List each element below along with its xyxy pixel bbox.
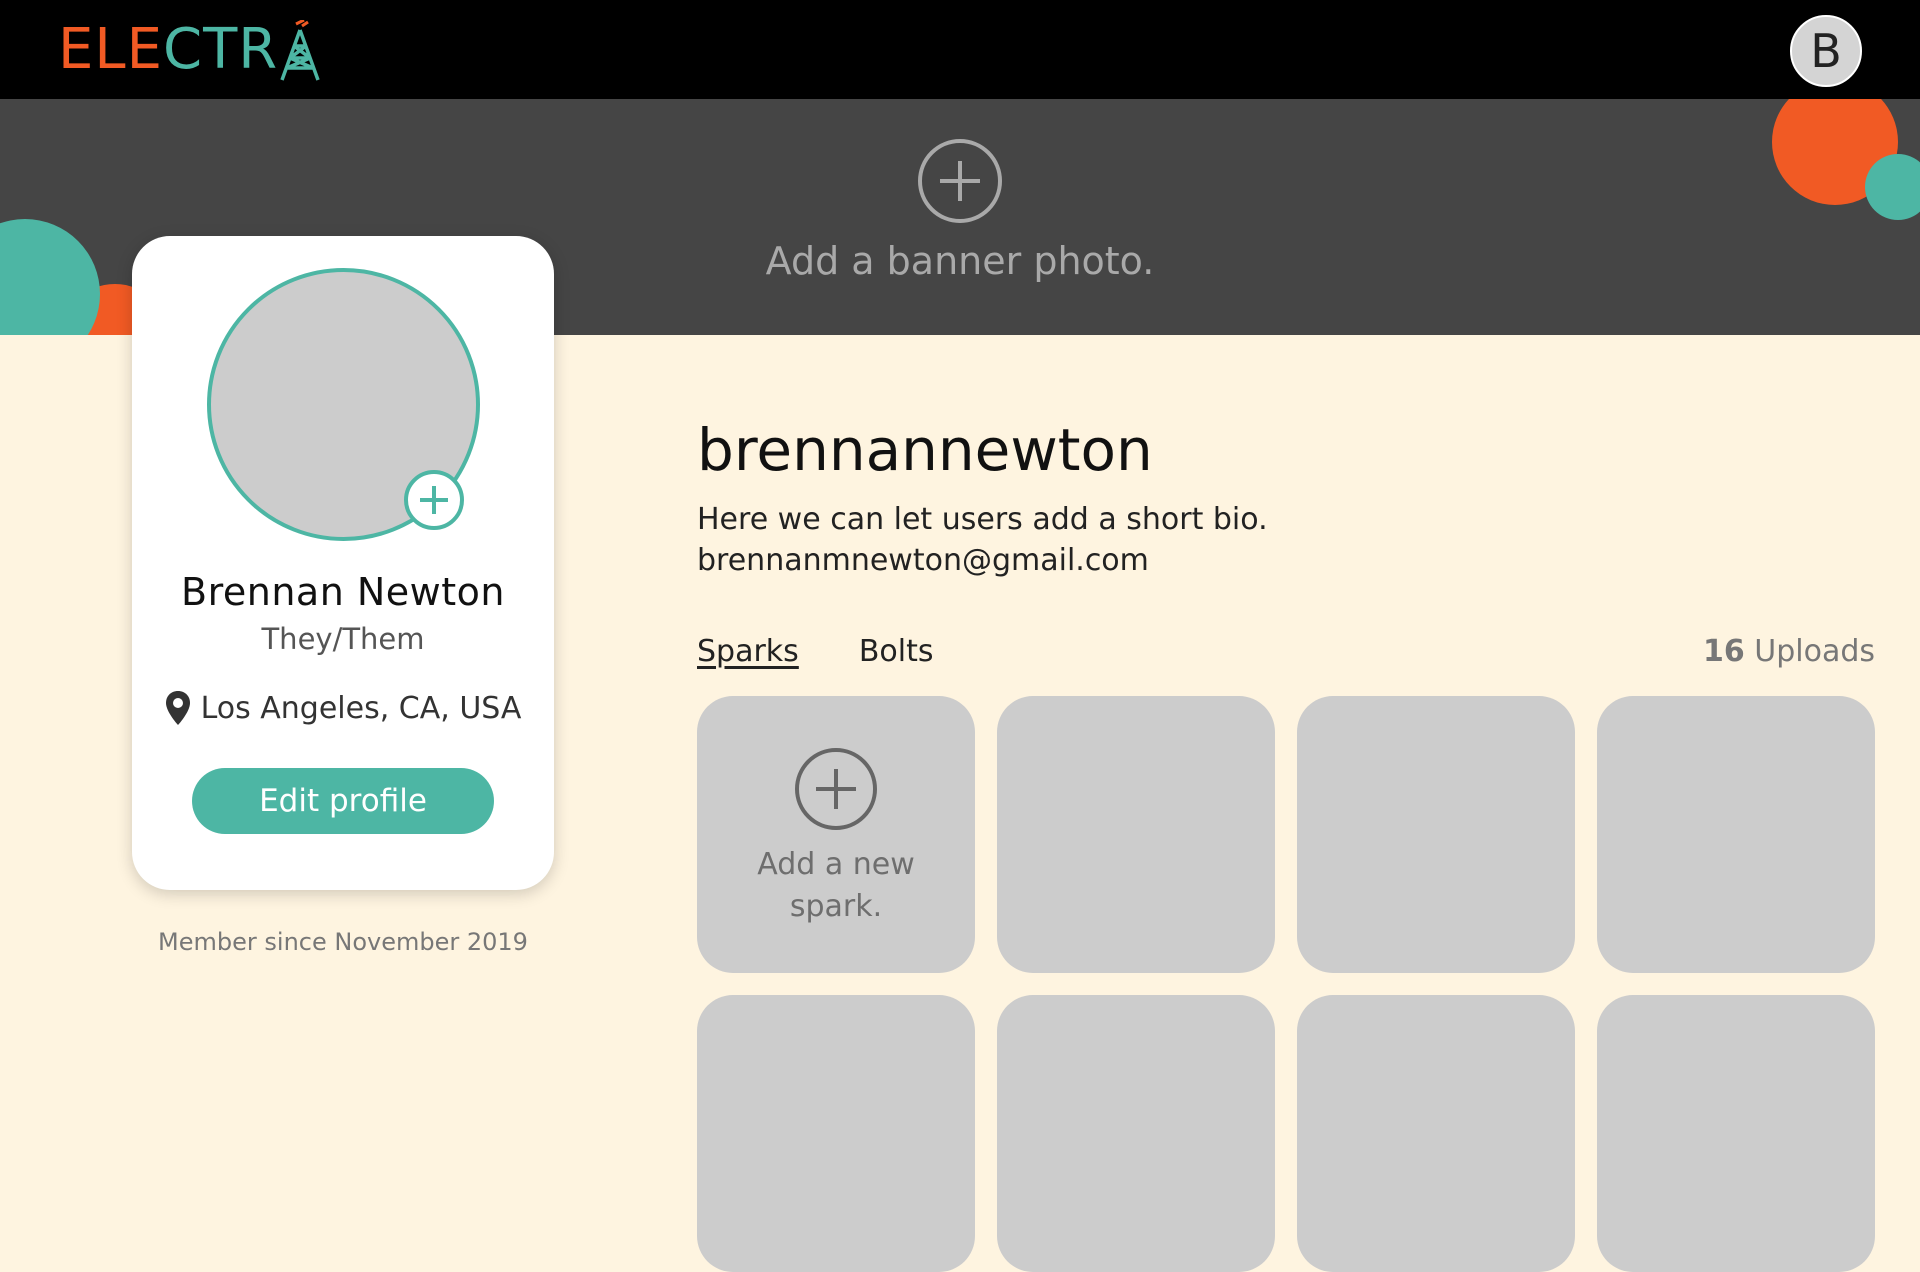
map-pin-icon <box>165 691 190 725</box>
profile-full-name: Brennan Newton <box>181 570 505 614</box>
spark-tile[interactable] <box>1297 696 1575 973</box>
add-avatar-plus-icon[interactable] <box>404 470 464 530</box>
spark-tile[interactable] <box>1597 995 1875 1272</box>
decorative-circle-teal-right <box>1865 154 1920 220</box>
spark-tile[interactable] <box>1297 995 1575 1272</box>
tab-bolts[interactable]: Bolts <box>859 634 934 669</box>
profile-card: Brennan Newton They/Them Los Angeles, CA… <box>132 236 554 890</box>
tab-sparks[interactable]: Sparks <box>697 634 799 669</box>
spark-tile[interactable] <box>997 995 1275 1272</box>
add-new-spark-tile[interactable]: Add a new spark. <box>697 696 975 973</box>
profile-email: brennanmnewton@gmail.com <box>697 543 1149 578</box>
logo-text-orange: ELE <box>58 17 163 82</box>
profile-location: Los Angeles, CA, USA <box>132 690 554 726</box>
add-banner-photo-button[interactable]: Add a banner photo. <box>760 139 1160 299</box>
plus-circle-icon <box>918 139 1002 223</box>
user-avatar-button[interactable]: B <box>1790 15 1862 87</box>
sparks-grid: Add a new spark. <box>697 696 1875 1272</box>
edit-profile-button[interactable]: Edit profile <box>192 768 494 834</box>
spark-tile[interactable] <box>697 995 975 1272</box>
radio-tower-icon <box>278 18 322 84</box>
profile-bio: Here we can let users add a short bio. <box>697 502 1268 537</box>
plus-circle-icon <box>795 748 877 830</box>
content-tabs: Sparks Bolts <box>697 634 933 669</box>
uploads-count: 16 Uploads <box>1703 634 1875 669</box>
top-bar: ELE CTR B <box>0 0 1920 99</box>
spark-tile[interactable] <box>997 696 1275 973</box>
add-spark-label: Add a new spark. <box>757 847 915 924</box>
spark-tile[interactable] <box>1597 696 1875 973</box>
add-banner-label: Add a banner photo. <box>765 239 1155 283</box>
uploads-number: 16 <box>1702 634 1745 669</box>
uploads-label: Uploads <box>1754 634 1875 669</box>
profile-username: brennannewton <box>697 416 1153 484</box>
decorative-circle-teal-left <box>0 219 100 335</box>
logo-text-teal: CTR <box>162 17 279 82</box>
location-text: Los Angeles, CA, USA <box>200 690 522 726</box>
electra-logo[interactable]: ELE CTR <box>58 18 322 82</box>
member-since-text: Member since November 2019 <box>158 928 528 956</box>
profile-pronouns: They/Them <box>261 622 425 656</box>
